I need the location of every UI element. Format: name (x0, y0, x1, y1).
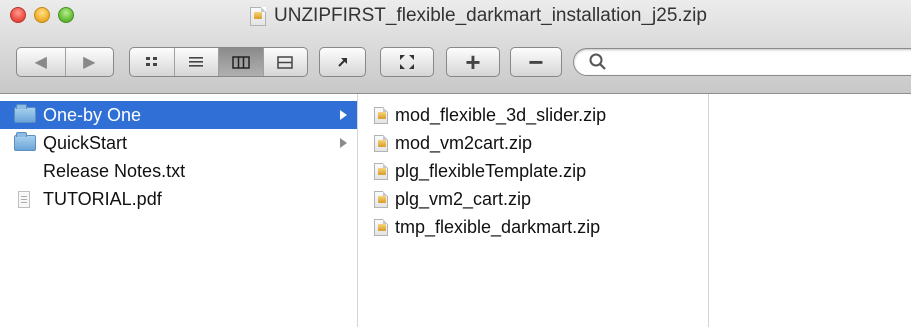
item-label: plg_vm2_cart.zip (395, 188, 532, 209)
item-label: mod_vm2cart.zip (395, 132, 533, 153)
minus-icon: − (528, 46, 544, 77)
list-item[interactable]: tmp_flexible_darkmart.zip (358, 213, 708, 241)
item-label: One-by One (43, 104, 142, 125)
column-one-by-one: mod_flexible_3d_slider.zip mod_vm2cart.z… (358, 94, 709, 327)
folder-icon (14, 132, 36, 151)
icon-view-icon (145, 57, 157, 66)
list-item[interactable]: plg_flexibleTemplate.zip (358, 157, 708, 185)
folder-icon (14, 104, 36, 123)
minimize-window-button[interactable] (34, 7, 50, 23)
list-item[interactable]: mod_flexible_3d_slider.zip (358, 101, 708, 129)
back-icon: ◀ (34, 54, 47, 71)
list-item-one-by-one[interactable]: One-by One (0, 101, 357, 129)
cover-flow-button[interactable] (264, 48, 308, 76)
list-item-quickstart[interactable]: QuickStart (0, 129, 357, 157)
title-toolbar: UNZIPFIRST_flexible_darkmart_installatio… (0, 0, 911, 94)
text-file-icon (20, 163, 32, 180)
column-root: One-by One QuickStart Release Notes.txt … (0, 94, 358, 327)
back-button[interactable]: ◀ (17, 48, 66, 76)
forward-button[interactable]: ▶ (66, 48, 114, 76)
zip-archive-icon (250, 6, 266, 26)
finder-window: UNZIPFIRST_flexible_darkmart_installatio… (0, 0, 911, 327)
icon-view-button[interactable] (130, 48, 175, 76)
plus-icon: + (465, 46, 481, 77)
quick-look-button[interactable] (380, 47, 434, 77)
view-mode-control (129, 47, 308, 77)
zip-file-icon (374, 190, 388, 208)
list-view-icon (189, 57, 204, 67)
window-title-text: UNZIPFIRST_flexible_darkmart_installatio… (274, 5, 707, 26)
remove-button[interactable]: − (510, 47, 562, 77)
zip-file-icon (374, 162, 388, 180)
column-view-icon (232, 55, 250, 69)
item-label: tmp_flexible_darkmart.zip (395, 216, 601, 237)
item-label: TUTORIAL.pdf (43, 188, 162, 209)
item-label: plg_flexibleTemplate.zip (395, 160, 587, 181)
item-label: Release Notes.txt (43, 160, 186, 181)
window-title: UNZIPFIRST_flexible_darkmart_installatio… (250, 5, 707, 27)
cover-flow-icon (277, 55, 293, 69)
list-item[interactable]: plg_vm2_cart.zip (358, 185, 708, 213)
disclosure-arrow-icon (340, 110, 347, 120)
column-view-button[interactable] (219, 48, 264, 76)
zoom-window-button[interactable] (58, 7, 74, 23)
expand-icon (400, 55, 414, 69)
arrow-up-right-icon (337, 58, 347, 67)
list-item-tutorial[interactable]: TUTORIAL.pdf (0, 185, 357, 213)
item-label: mod_flexible_3d_slider.zip (395, 104, 607, 125)
add-button[interactable]: + (446, 47, 500, 77)
zip-file-icon (374, 106, 388, 124)
zip-file-icon (374, 134, 388, 152)
disclosure-arrow-icon (340, 138, 347, 148)
list-view-button[interactable] (175, 48, 219, 76)
item-label: QuickStart (43, 132, 128, 153)
action-button[interactable] (319, 47, 366, 77)
forward-icon: ▶ (83, 54, 96, 71)
column-empty (709, 94, 911, 327)
close-window-button[interactable] (10, 7, 26, 23)
list-item-release-notes[interactable]: Release Notes.txt (0, 157, 357, 185)
list-item[interactable]: mod_vm2cart.zip (358, 129, 708, 157)
back-forward-control: ◀ ▶ (16, 47, 114, 77)
pdf-file-icon (18, 190, 30, 208)
search-field[interactable] (573, 48, 911, 76)
column-browser: One-by One QuickStart Release Notes.txt … (0, 94, 911, 327)
search-icon (589, 53, 606, 70)
zip-file-icon (374, 218, 388, 236)
